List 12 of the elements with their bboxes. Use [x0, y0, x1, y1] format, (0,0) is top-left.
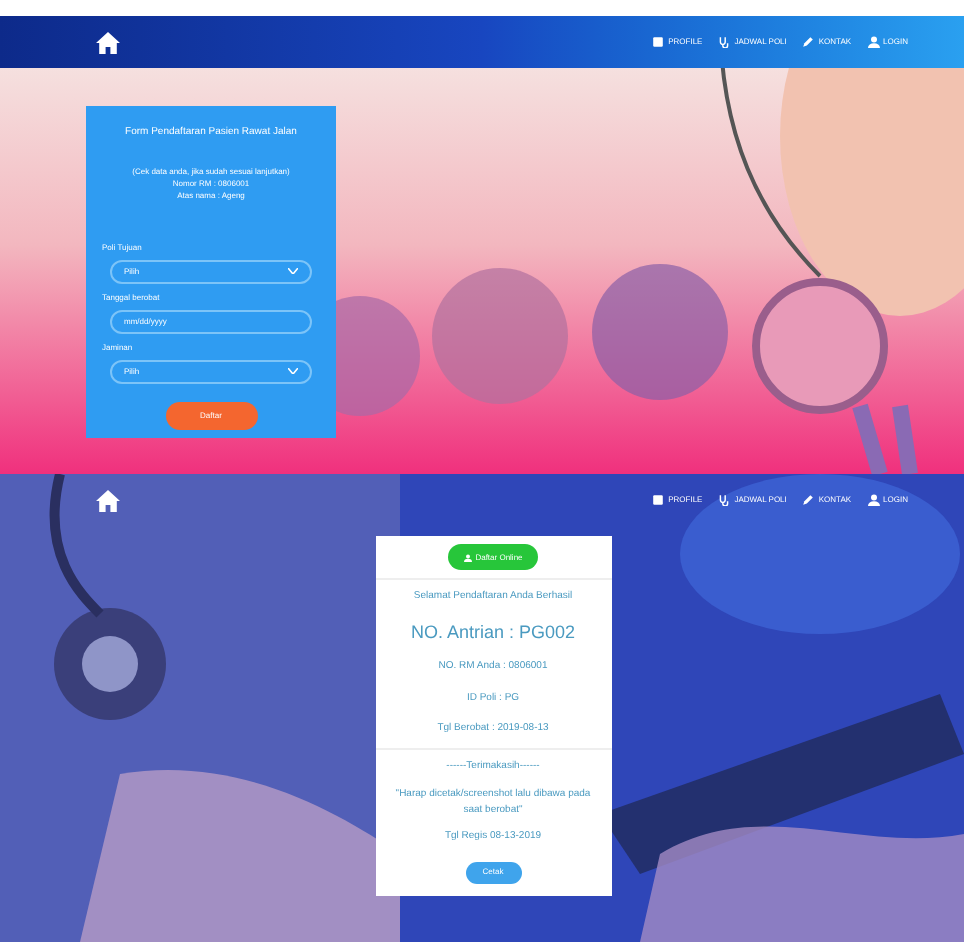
home-icon[interactable] — [96, 31, 120, 53]
stethoscope-icon — [718, 494, 731, 506]
pencil-icon — [802, 494, 815, 506]
queue-number: NO. Antrian : PG002 — [410, 619, 576, 645]
caret-icon — [288, 268, 298, 274]
user-icon — [463, 553, 472, 561]
caret-icon — [288, 368, 298, 374]
user-icon — [867, 494, 880, 506]
user-icon — [867, 36, 880, 48]
pencil-icon — [802, 36, 815, 48]
home-icon[interactable] — [96, 489, 120, 511]
stethoscope-icon — [718, 36, 731, 48]
